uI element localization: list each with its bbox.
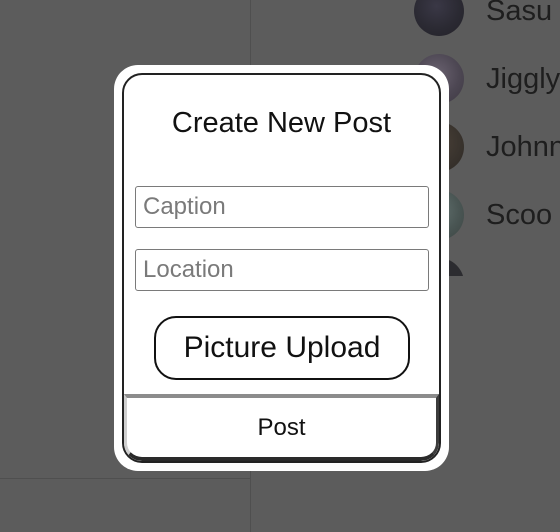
caption-input[interactable]	[135, 186, 429, 228]
create-post-modal-frame: Create New Post Picture Upload Post	[114, 65, 449, 471]
avatar	[414, 0, 464, 36]
contact-name: Johnn	[486, 130, 560, 163]
page: Sasu Jiggly Johnn Scoo Create New Post P…	[0, 0, 560, 532]
post-button[interactable]: Post	[124, 394, 439, 461]
create-post-modal: Create New Post Picture Upload Post	[122, 73, 441, 463]
modal-title: Create New Post	[171, 107, 392, 139]
contact-item[interactable]: Sasu	[414, 0, 560, 36]
background-divider-horizontal	[0, 478, 250, 479]
contact-name: Sasu	[486, 0, 553, 27]
location-input[interactable]	[135, 249, 429, 291]
contact-name: Jiggly	[486, 62, 560, 95]
picture-upload-button[interactable]: Picture Upload	[154, 316, 410, 380]
contact-name: Scoo	[486, 198, 553, 231]
